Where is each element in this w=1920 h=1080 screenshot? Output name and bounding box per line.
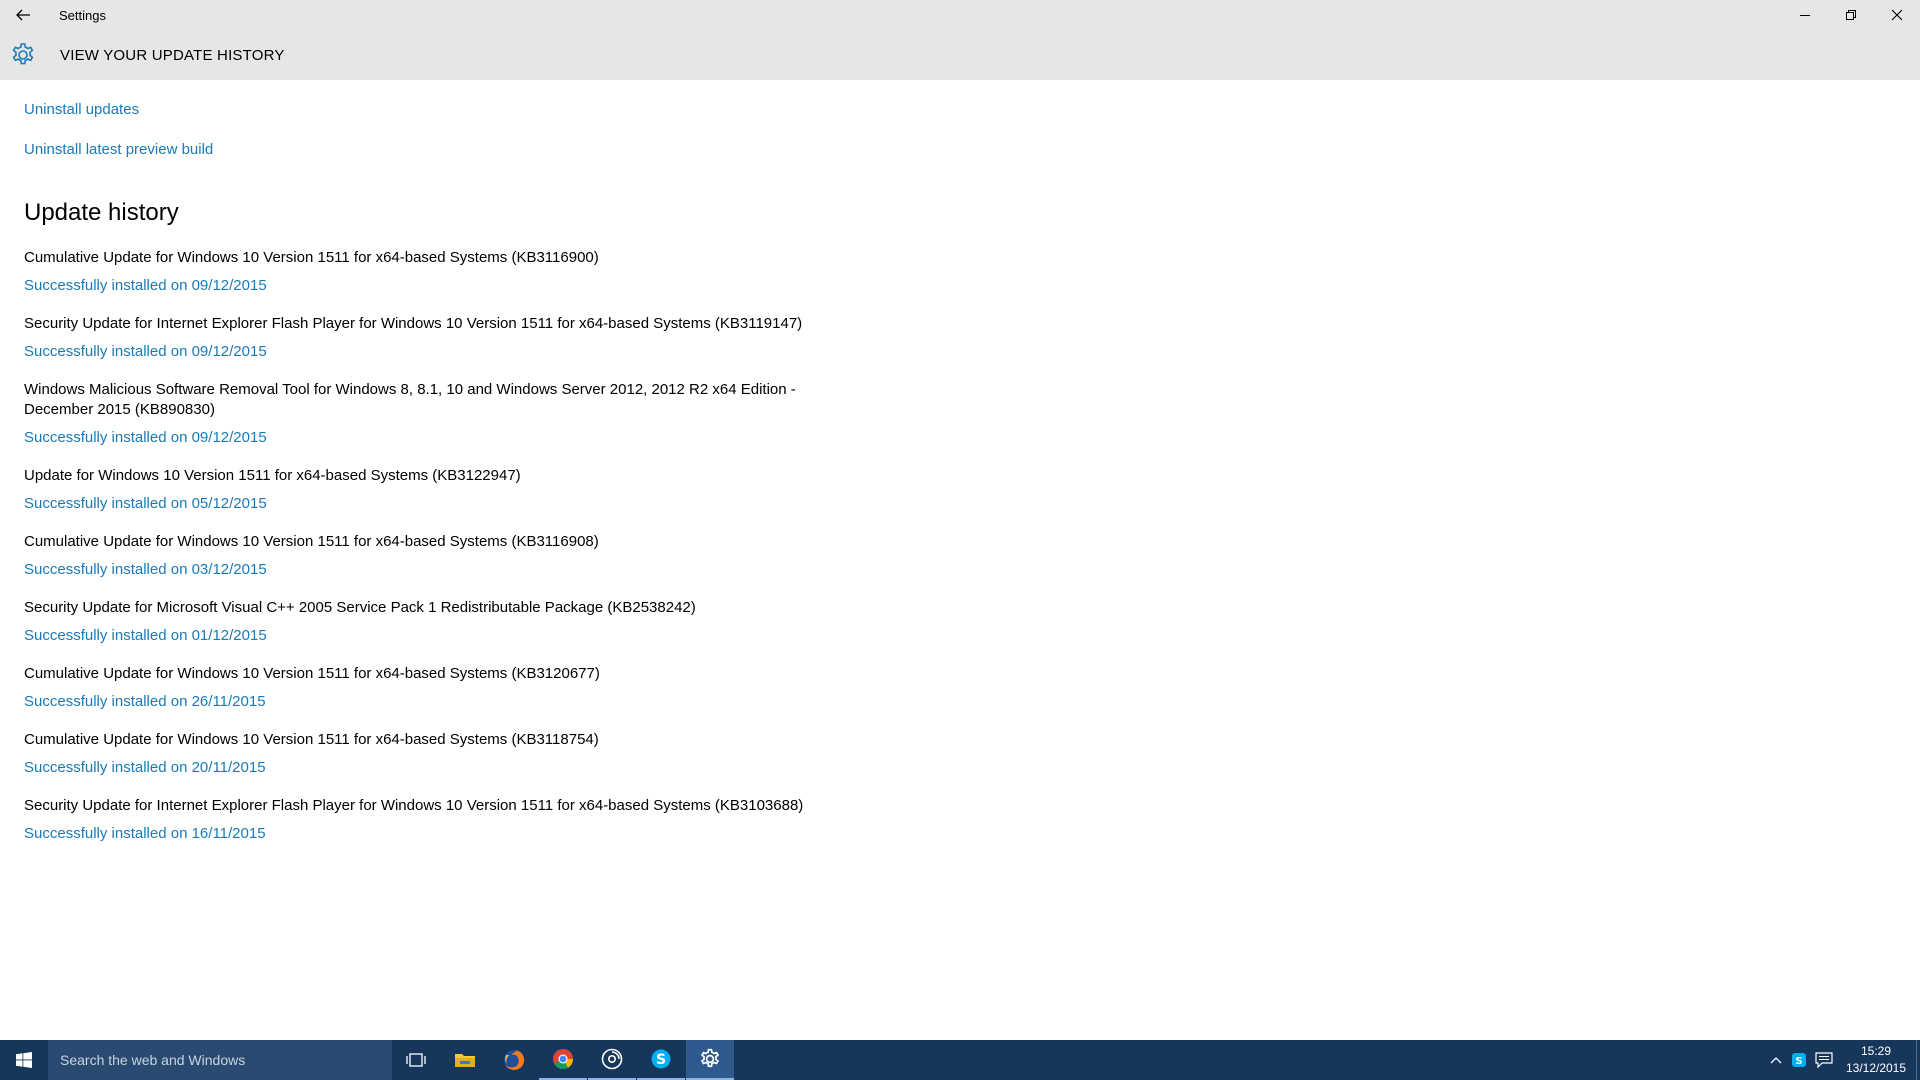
- update-status-link[interactable]: Successfully installed on 01/12/2015: [24, 626, 267, 646]
- minimize-icon: [1800, 15, 1810, 16]
- update-status-link[interactable]: Successfully installed on 03/12/2015: [24, 560, 267, 580]
- taskbar-clock[interactable]: 15:29 13/12/2015: [1836, 1043, 1916, 1077]
- update-history-list: Cumulative Update for Windows 10 Version…: [24, 248, 824, 862]
- update-name: Security Update for Internet Explorer Fl…: [24, 315, 803, 332]
- update-name: Cumulative Update for Windows 10 Version…: [24, 249, 599, 266]
- chevron-up-icon: [1770, 1057, 1782, 1064]
- task-view-icon: [406, 1053, 426, 1067]
- update-status-link[interactable]: Successfully installed on 16/11/2015: [24, 824, 266, 844]
- list-item: Security Update for Internet Explorer Fl…: [24, 796, 824, 844]
- chrome-button[interactable]: [539, 1040, 587, 1080]
- update-name: Security Update for Microsoft Visual C++…: [24, 599, 696, 616]
- settings-icon: [700, 1048, 720, 1068]
- main-content: Uninstall updates Uninstall latest previ…: [24, 80, 1904, 1040]
- back-arrow-icon: [16, 9, 30, 21]
- taskbar: Search the web and Windows S S 15:29 13/…: [0, 1040, 1920, 1080]
- app-title: Settings: [59, 8, 106, 23]
- tray-app-button[interactable]: S: [1790, 1051, 1808, 1069]
- update-name: Cumulative Update for Windows 10 Version…: [24, 665, 600, 682]
- notification-icon: [1815, 1052, 1833, 1068]
- update-name: Cumulative Update for Windows 10 Version…: [24, 533, 599, 550]
- settings-window: Settings VIEW YOUR UPDATE HISTORY Uninst…: [0, 0, 1920, 1080]
- restore-icon: [1846, 10, 1856, 20]
- svg-text:S: S: [1795, 1056, 1802, 1067]
- list-item: Cumulative Update for Windows 10 Version…: [24, 730, 824, 778]
- action-center-button[interactable]: [1814, 1050, 1834, 1070]
- title-bar: Settings: [0, 0, 1920, 30]
- clock-date: 13/12/2015: [1845, 1061, 1907, 1075]
- file-explorer-button[interactable]: [441, 1040, 489, 1080]
- page-title: VIEW YOUR UPDATE HISTORY: [60, 47, 285, 64]
- update-status-link[interactable]: Successfully installed on 26/11/2015: [24, 692, 266, 712]
- back-button[interactable]: [0, 0, 46, 30]
- start-button[interactable]: [0, 1040, 48, 1080]
- search-placeholder: Search the web and Windows: [60, 1052, 246, 1068]
- list-item: Cumulative Update for Windows 10 Version…: [24, 532, 824, 580]
- update-status-link[interactable]: Successfully installed on 05/12/2015: [24, 494, 267, 514]
- groove-music-button[interactable]: [588, 1040, 636, 1080]
- file-explorer-icon: [455, 1054, 475, 1067]
- skype-tray-icon: S: [1792, 1053, 1806, 1067]
- uninstall-preview-build-link[interactable]: Uninstall latest preview build: [24, 141, 213, 158]
- update-status-link[interactable]: Successfully installed on 09/12/2015: [24, 276, 267, 296]
- update-status-link[interactable]: Successfully installed on 20/11/2015: [24, 758, 266, 778]
- close-button[interactable]: [1874, 0, 1920, 30]
- clock-time: 15:29: [1860, 1044, 1892, 1058]
- windows-logo-icon: [16, 1052, 32, 1068]
- page-header: VIEW YOUR UPDATE HISTORY: [0, 30, 1920, 80]
- list-item: Cumulative Update for Windows 10 Version…: [24, 664, 824, 712]
- list-item: Windows Malicious Software Removal Tool …: [24, 380, 824, 448]
- list-item: Security Update for Microsoft Visual C++…: [24, 598, 824, 646]
- firefox-button[interactable]: [490, 1040, 538, 1080]
- taskbar-search-box[interactable]: Search the web and Windows: [48, 1040, 392, 1080]
- svg-text:S: S: [656, 1052, 666, 1068]
- gear-icon: [12, 43, 34, 65]
- skype-icon: S: [651, 1049, 671, 1069]
- update-status-link[interactable]: Successfully installed on 09/12/2015: [24, 428, 267, 448]
- firefox-icon: [504, 1049, 525, 1070]
- chrome-icon: [553, 1049, 574, 1070]
- update-name: Update for Windows 10 Version 1511 for x…: [24, 467, 521, 484]
- task-view-button[interactable]: [392, 1040, 440, 1080]
- settings-taskbar-button[interactable]: [686, 1040, 734, 1080]
- groove-music-icon: [601, 1048, 623, 1070]
- uninstall-updates-link[interactable]: Uninstall updates: [24, 101, 139, 118]
- update-status-link[interactable]: Successfully installed on 09/12/2015: [24, 342, 267, 362]
- skype-button[interactable]: S: [637, 1040, 685, 1080]
- restore-button[interactable]: [1828, 0, 1874, 30]
- list-item: Update for Windows 10 Version 1511 for x…: [24, 466, 824, 514]
- update-name: Cumulative Update for Windows 10 Version…: [24, 731, 599, 748]
- update-history-heading: Update history: [24, 199, 179, 226]
- update-name: Security Update for Internet Explorer Fl…: [24, 797, 804, 814]
- show-hidden-icons-button[interactable]: [1766, 1050, 1786, 1070]
- show-desktop-button[interactable]: [1916, 1040, 1920, 1080]
- list-item: Security Update for Internet Explorer Fl…: [24, 314, 824, 362]
- list-item: Cumulative Update for Windows 10 Version…: [24, 248, 824, 296]
- minimize-button[interactable]: [1782, 0, 1828, 30]
- close-icon: [1891, 9, 1903, 21]
- update-name: Windows Malicious Software Removal Tool …: [24, 381, 796, 418]
